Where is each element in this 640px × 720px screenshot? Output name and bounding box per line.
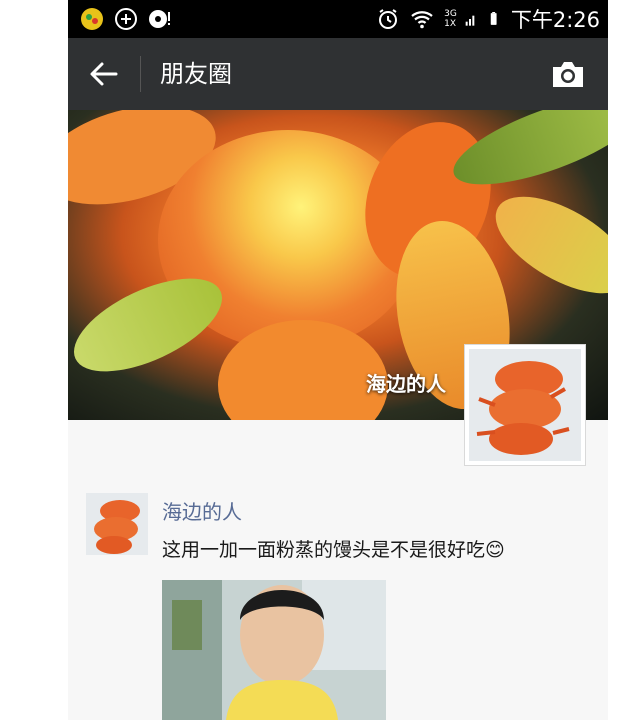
post-author-name[interactable]: 海边的人 [162, 496, 242, 525]
post-avatar[interactable] [86, 493, 148, 555]
music-notification-icon [149, 10, 170, 28]
header-divider [140, 56, 141, 92]
signal-icon [465, 15, 475, 26]
boy-photo [162, 580, 386, 720]
phone-screen: 3G 1X 下午2:26 朋友圈 海边的人 海边的人 这用一加一面粉蒸的馒头是不… [68, 0, 608, 720]
post-text: 这用一加一面粉蒸的馒头是不是很好吃😊 [162, 535, 505, 562]
network-type: 3G 1X [444, 9, 457, 29]
crab-image [469, 349, 581, 461]
profile-avatar[interactable] [464, 344, 586, 466]
title-bar: 朋友圈 [68, 38, 608, 110]
network-1x-label: 1X [444, 19, 457, 29]
camera-icon[interactable] [550, 58, 586, 90]
post-body: 这用一加一面粉蒸的馒头是不是很好吃 [162, 539, 486, 561]
smile-emoji-icon: 😊 [485, 539, 505, 561]
add-circle-icon [115, 8, 137, 30]
app-notification-icon [81, 8, 103, 30]
battery-icon [490, 12, 497, 25]
back-arrow-icon[interactable] [86, 58, 122, 90]
alarm-icon [379, 9, 398, 29]
crab-illustration [469, 349, 581, 461]
status-bar: 3G 1X 下午2:26 [68, 0, 608, 38]
network-3g-label: 3G [444, 9, 457, 19]
page-title: 朋友圈 [160, 60, 232, 88]
wifi-icon [411, 11, 433, 29]
cover-username: 海边的人 [366, 372, 446, 396]
post-photo[interactable] [162, 580, 386, 720]
clock: 下午2:26 [510, 8, 600, 32]
crab-thumbnail [86, 493, 148, 555]
